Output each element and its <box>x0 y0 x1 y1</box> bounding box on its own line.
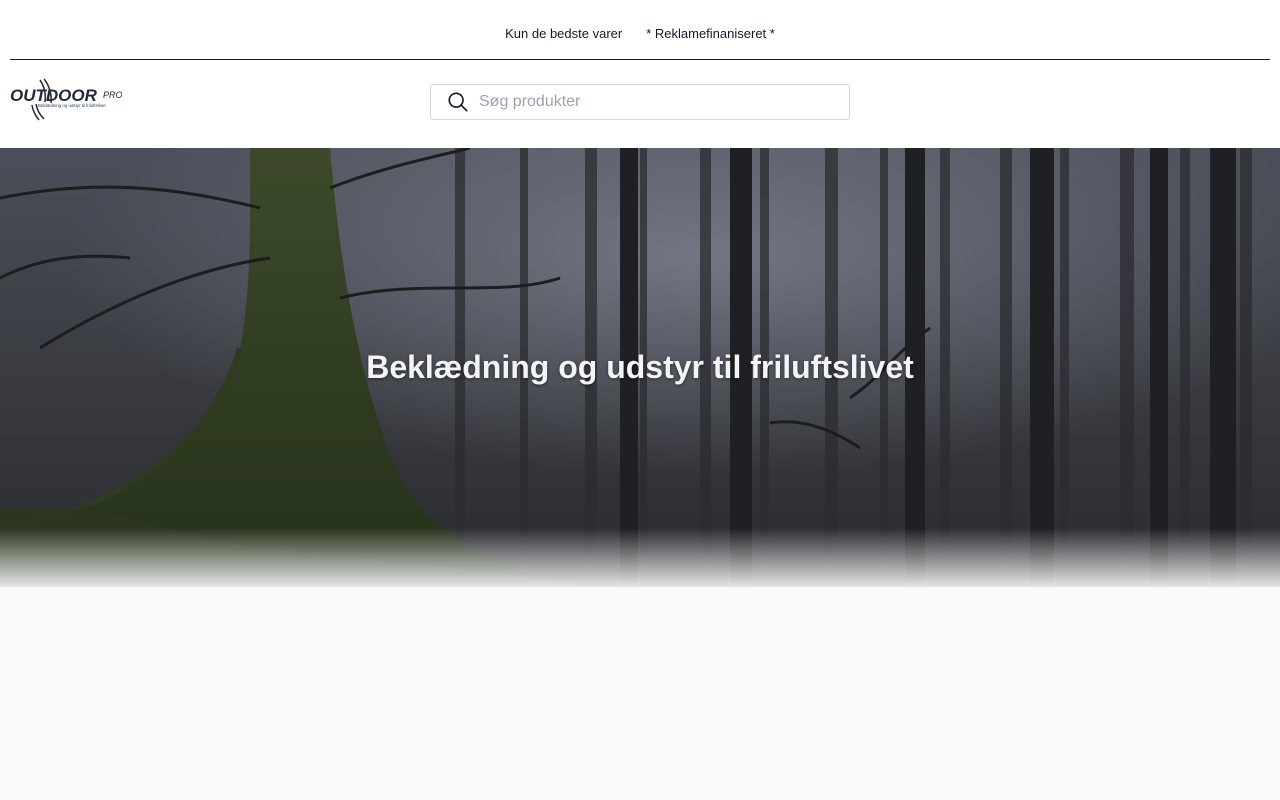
top-announcement-bar: Kun de bedste varer * Reklamefinaniseret… <box>0 0 1280 60</box>
site-header: OUTDOOR PRO Beklædning og udstyr til fri… <box>0 60 1280 148</box>
search-input[interactable] <box>479 87 819 117</box>
logo-graphic: OUTDOOR PRO Beklædning og udstyr til fri… <box>10 78 123 121</box>
search-box[interactable] <box>430 84 850 120</box>
logo-tagline: Beklædning og udstyr til friluftslivet <box>38 103 106 108</box>
announcement-ad-financed[interactable]: * Reklamefinaniseret * <box>646 26 775 42</box>
hero-title: Beklædning og udstyr til friluftslivet <box>366 349 914 385</box>
hero-banner: Beklædning og udstyr til friluftslivet <box>0 148 1280 587</box>
logo-suffix: PRO <box>103 90 122 100</box>
announcement-best-products[interactable]: Kun de bedste varer <box>505 26 622 42</box>
page-content <box>0 587 1280 800</box>
search-icon[interactable] <box>447 91 469 113</box>
announcement-links: Kun de bedste varer * Reklamefinaniseret… <box>0 26 1280 42</box>
site-logo[interactable]: OUTDOOR PRO Beklædning og udstyr til fri… <box>10 76 123 122</box>
